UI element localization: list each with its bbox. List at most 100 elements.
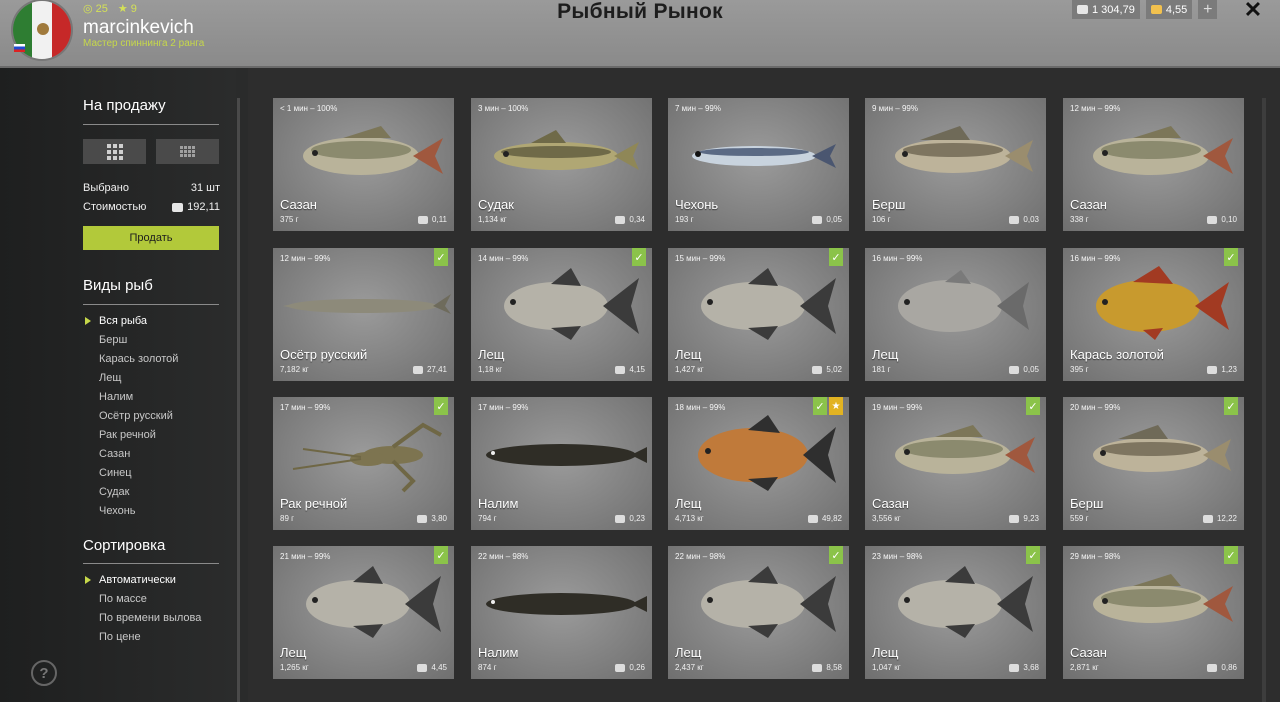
- selected-check-icon[interactable]: ✓: [434, 546, 448, 564]
- species-item[interactable]: Налим: [99, 388, 178, 407]
- fish-card[interactable]: 16 мин – 99% Карась золотой 395 г 1,23 ✓: [1063, 248, 1244, 381]
- silver-coin-icon: [1077, 5, 1088, 14]
- fish-name: Лещ: [872, 645, 899, 660]
- species-item[interactable]: Судак: [99, 483, 178, 502]
- fish-card[interactable]: 29 мин – 98% Сазан 2,871 кг 0,86 ✓: [1063, 546, 1244, 679]
- fish-card[interactable]: 9 мин – 99% Берш 106 г 0,03: [865, 98, 1046, 231]
- price-value: 9,23: [1023, 514, 1039, 523]
- fish-weight: 1,134 кг: [478, 215, 507, 224]
- sort-option-item[interactable]: По массе: [99, 590, 201, 609]
- silver-coin-icon: [172, 202, 184, 212]
- fish-weight: 4,713 кг: [675, 514, 704, 523]
- selected-check-icon[interactable]: ✓: [1026, 397, 1040, 415]
- species-list: Вся рыба Берш Карась золотой Лещ Налим Осётр …: [84, 312, 178, 521]
- fish-name: Налим: [478, 645, 519, 660]
- fish-card[interactable]: 12 мин – 99% Осётр русский 7,182 кг 27,41 ✓: [273, 248, 454, 381]
- large-grid-view-button[interactable]: [83, 139, 146, 164]
- fish-price: 0,86: [1207, 663, 1237, 672]
- selected-check-icon[interactable]: ✓: [1224, 546, 1238, 564]
- sort-option-item[interactable]: Автоматически: [84, 571, 201, 590]
- fish-card[interactable]: 17 мин – 99% Рак речной 89 г 3,80 ✓: [273, 397, 454, 530]
- fish-weight: 3,556 кг: [872, 514, 901, 523]
- species-item[interactable]: Сазан: [99, 445, 178, 464]
- divider: [83, 124, 219, 125]
- silver-coin-icon: [807, 514, 818, 523]
- fish-price: 0,26: [615, 663, 645, 672]
- selected-label: Выбрано: [83, 182, 129, 194]
- add-currency-button[interactable]: +: [1198, 0, 1218, 19]
- selected-check-icon[interactable]: ✓: [829, 248, 843, 266]
- silver-coin-icon: [417, 514, 428, 523]
- silver-coin-icon: [615, 514, 626, 523]
- fish-card[interactable]: 12 мин – 99% Сазан 338 г 0,10: [1063, 98, 1244, 231]
- fish-card[interactable]: 17 мин – 99% Налим 794 г 0,23: [471, 397, 652, 530]
- small-grid-view-button[interactable]: [156, 139, 219, 164]
- species-item[interactable]: Синец: [99, 464, 178, 483]
- fish-card[interactable]: < 1 мин – 100% Сазан 375 г 0,11: [273, 98, 454, 231]
- selected-check-icon[interactable]: ✓: [632, 248, 646, 266]
- help-icon[interactable]: ?: [31, 660, 57, 686]
- selected-check-icon[interactable]: ✓: [1026, 546, 1040, 564]
- fish-weight: 89 г: [280, 514, 295, 523]
- fish-card[interactable]: 15 мин – 99% Лещ 1,427 кг 5,02 ✓: [668, 248, 849, 381]
- sort-option-item[interactable]: По цене: [99, 628, 201, 647]
- species-item[interactable]: Осётр русский: [99, 407, 178, 426]
- fish-card[interactable]: 7 мин – 99% Чехонь 193 г 0,05: [668, 98, 849, 231]
- selected-check-icon[interactable]: ✓: [1224, 397, 1238, 415]
- sidebar-divider: [237, 98, 240, 702]
- fish-price: 0,05: [812, 215, 842, 224]
- catch-time: 12 мин – 99%: [280, 254, 331, 263]
- price-value: 3,68: [1023, 663, 1039, 672]
- price-value: 12,22: [1216, 514, 1237, 523]
- fish-name: Лещ: [675, 645, 702, 660]
- price-value: 3,80: [431, 514, 447, 523]
- selected-check-icon[interactable]: ✓: [1224, 248, 1238, 266]
- price-value: 0,23: [629, 514, 645, 523]
- close-icon[interactable]: ✕: [1242, 0, 1264, 22]
- species-item[interactable]: Чехонь: [99, 502, 178, 521]
- fish-card[interactable]: 3 мин – 100% Судак 1,134 кг 0,34: [471, 98, 652, 231]
- fish-card[interactable]: 19 мин – 99% Сазан 3,556 кг 9,23 ✓: [865, 397, 1046, 530]
- selected-check-icon[interactable]: ✓: [829, 546, 843, 564]
- fish-name: Сазан: [872, 496, 909, 511]
- fish-card[interactable]: 22 мин – 98% Налим 874 г 0,26: [471, 546, 652, 679]
- species-item[interactable]: Карась золотой: [99, 350, 178, 369]
- fish-name: Лещ: [872, 347, 899, 362]
- fish-price: 1,23: [1207, 365, 1237, 374]
- fish-price: 12,22: [1202, 514, 1237, 523]
- selected-check-icon[interactable]: ✓: [434, 397, 448, 415]
- silver-coin-icon: [1009, 663, 1020, 672]
- silver-coin-icon: [1009, 514, 1020, 523]
- species-item[interactable]: Вся рыба: [84, 312, 178, 331]
- species-item[interactable]: Рак речной: [99, 426, 178, 445]
- fish-weight: 181 г: [872, 365, 891, 374]
- fish-weight: 7,182 кг: [280, 365, 309, 374]
- selected-check-icon[interactable]: ✓: [813, 397, 827, 415]
- catch-time: 7 мин – 99%: [675, 104, 721, 113]
- fish-card[interactable]: 23 мин – 98% Лещ 1,047 кг 3,68 ✓: [865, 546, 1046, 679]
- selected-check-icon[interactable]: ✓: [434, 248, 448, 266]
- species-item[interactable]: Лещ: [99, 369, 178, 388]
- fish-name: Лещ: [675, 496, 702, 511]
- fish-card[interactable]: 22 мин – 98% Лещ 2,437 кг 8,58 ✓: [668, 546, 849, 679]
- fish-card[interactable]: 20 мин – 99% Берш 559 г 12,22 ✓: [1063, 397, 1244, 530]
- scrollbar[interactable]: [1262, 98, 1266, 702]
- fish-weight: 106 г: [872, 215, 891, 224]
- fish-card[interactable]: 14 мин – 99% Лещ 1,18 кг 4,15 ✓: [471, 248, 652, 381]
- fish-name: Берш: [872, 197, 906, 212]
- species-item[interactable]: Берш: [99, 331, 178, 350]
- eagle-emblem-icon: [37, 23, 49, 35]
- silver-balance: 1 304,79: [1072, 0, 1140, 19]
- fish-card[interactable]: 16 мин – 99% Лещ 181 г 0,05: [865, 248, 1046, 381]
- price-value: 0,11: [432, 215, 447, 224]
- silver-coin-icon: [1207, 215, 1218, 224]
- silver-coin-icon: [812, 365, 823, 374]
- fish-weight: 559 г: [1070, 514, 1089, 523]
- sort-option-item[interactable]: По времени вылова: [99, 609, 201, 628]
- fish-card[interactable]: 18 мин – 99% Лещ 4,713 кг 49,82 ★ ✓: [668, 397, 849, 530]
- silver-value: 1 304,79: [1092, 3, 1135, 16]
- fish-card[interactable]: 21 мин – 99% Лещ 1,265 кг 4,45 ✓: [273, 546, 454, 679]
- silver-coin-icon: [1009, 365, 1020, 374]
- sell-button[interactable]: Продать: [83, 226, 219, 250]
- gold-coin-icon: [1150, 5, 1162, 14]
